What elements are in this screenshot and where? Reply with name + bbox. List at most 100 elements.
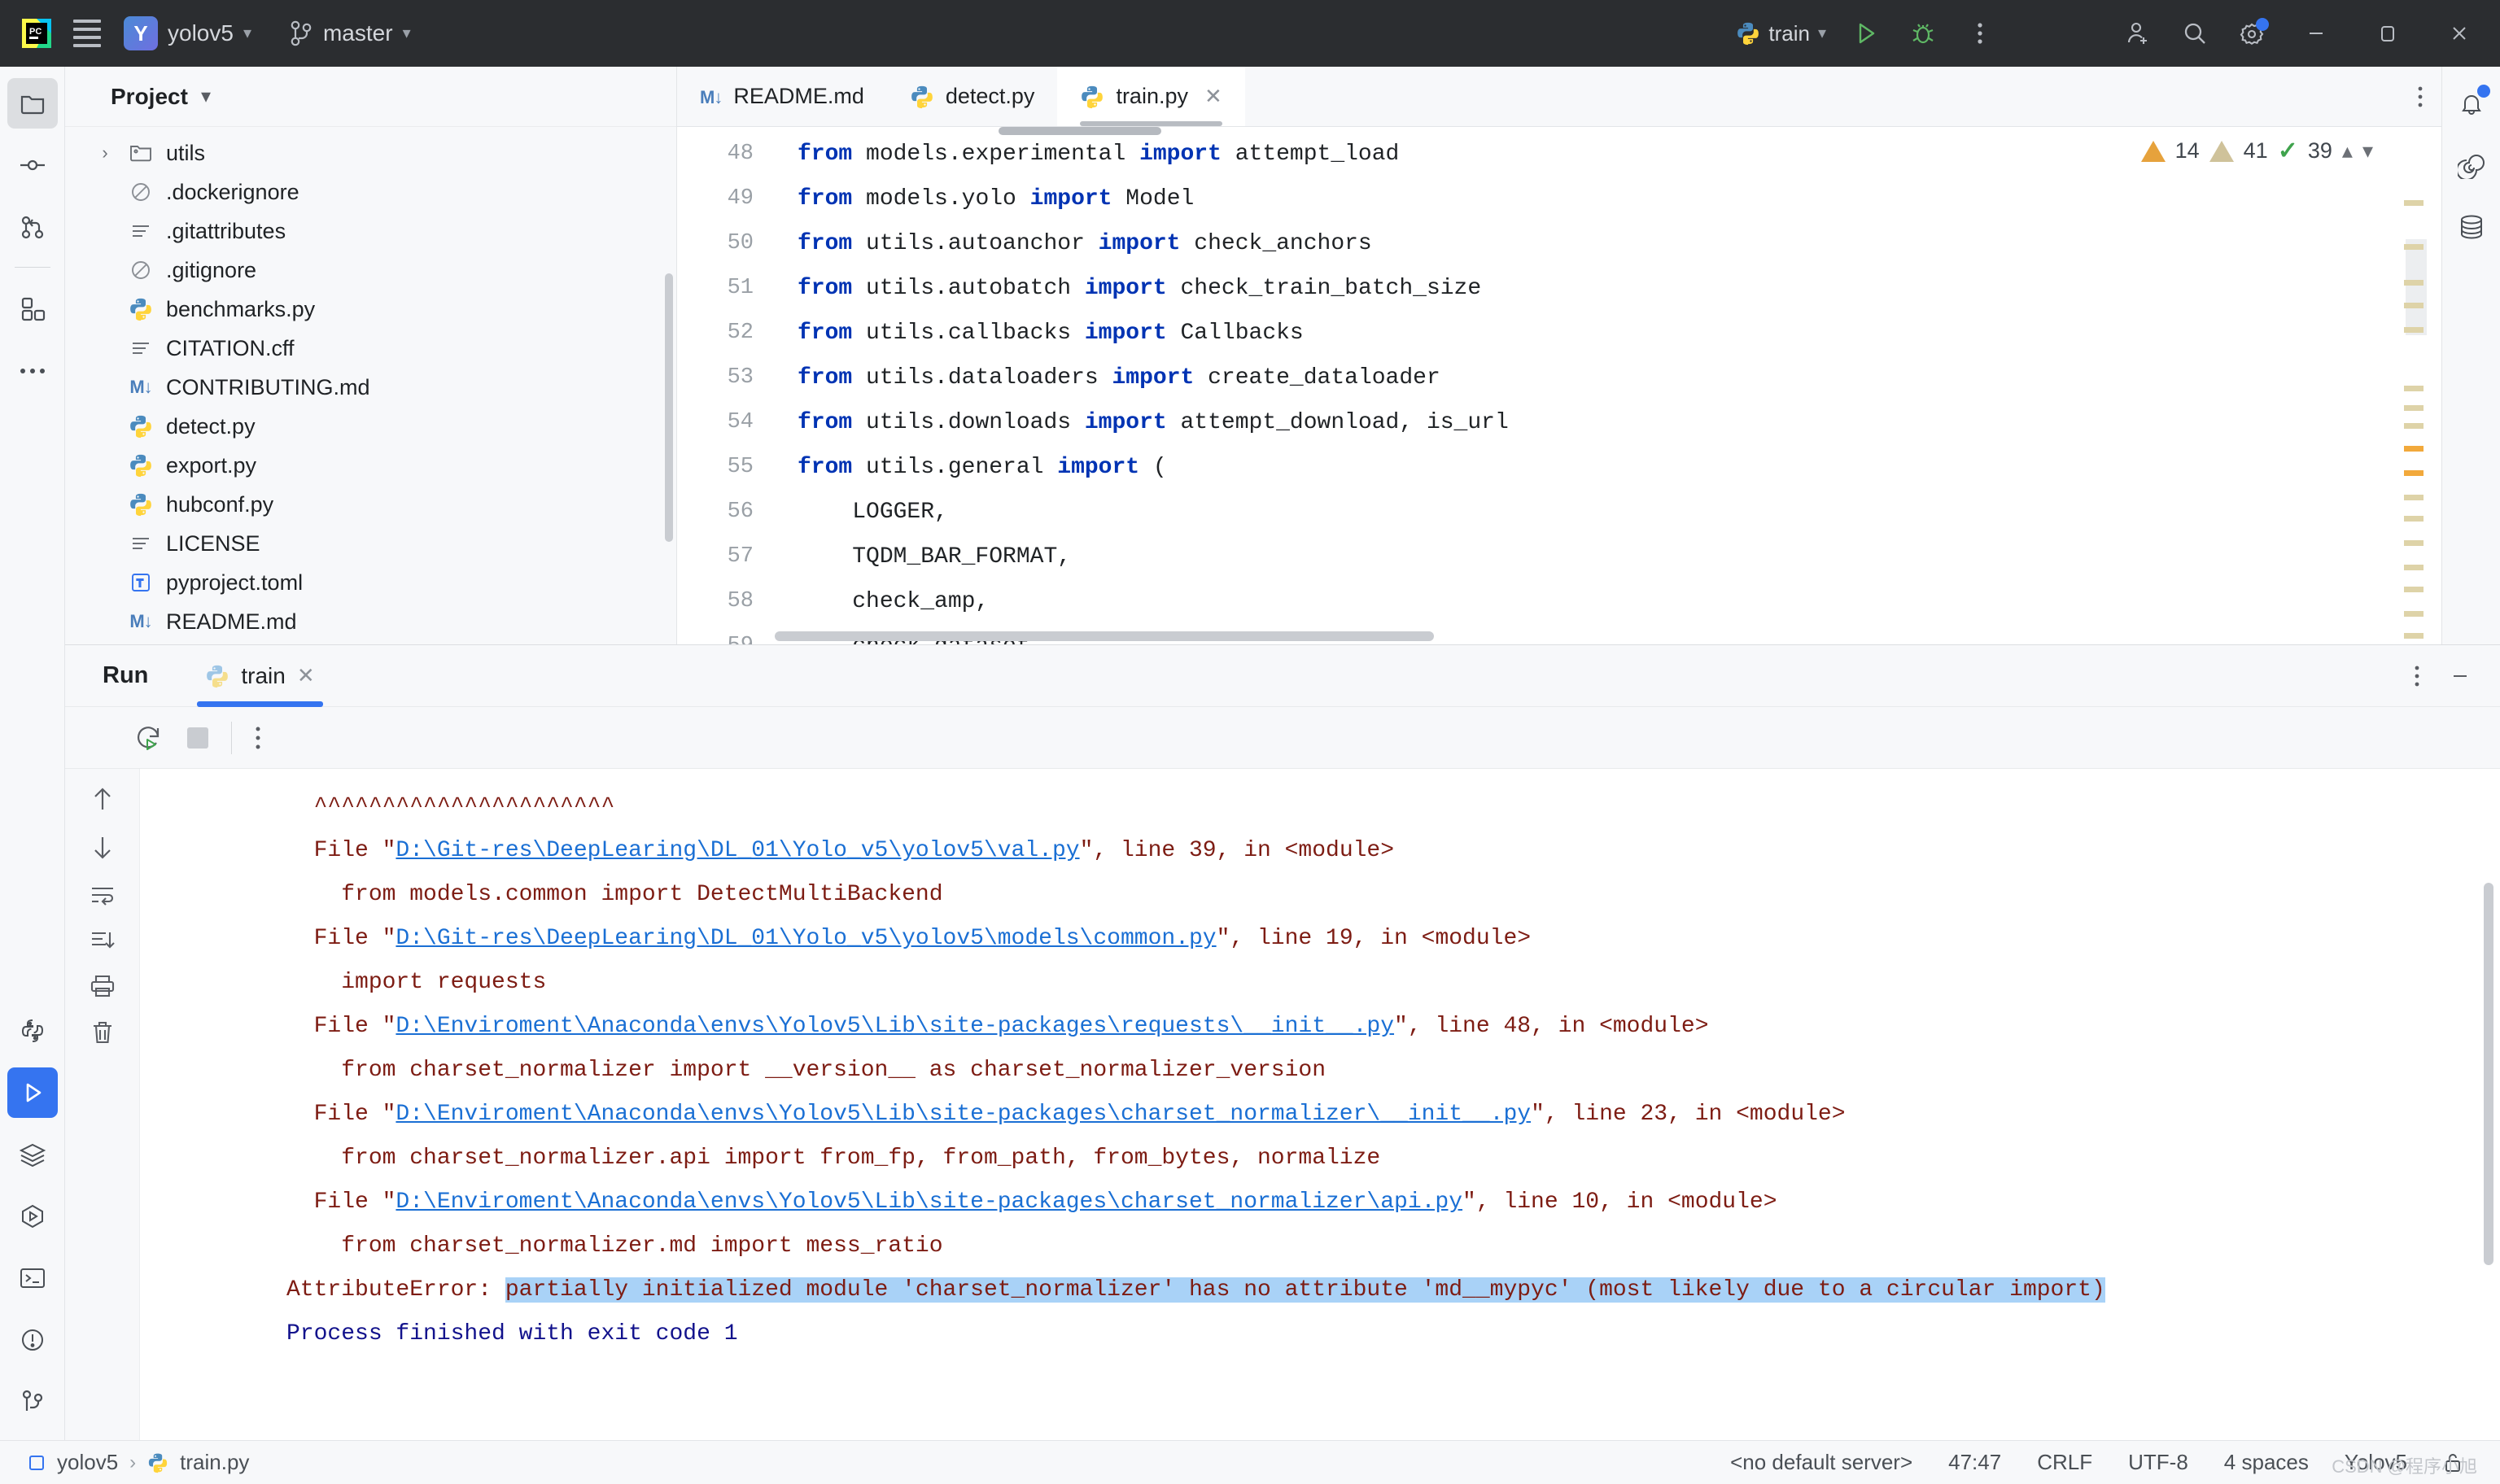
horizontal-scroll-thumb-top[interactable] [999, 127, 1161, 135]
tree-item-detect-py[interactable]: ›detect.py [65, 407, 676, 446]
sidebar-item-ai-assistant[interactable] [2446, 140, 2497, 190]
more-run-options-button[interactable] [255, 725, 261, 751]
sidebar-item-notifications[interactable] [2446, 78, 2497, 129]
console-scrollbar[interactable] [2484, 883, 2493, 1265]
status-line-separator[interactable]: CRLF [2037, 1450, 2092, 1475]
printer-icon[interactable] [90, 974, 116, 998]
code-line[interactable]: from utils.autobatch import check_train_… [798, 266, 2441, 311]
tree-item-export-py[interactable]: ›export.py [65, 446, 676, 485]
tree-item-utils[interactable]: ›utils [65, 133, 676, 172]
sidebar-item-plugins[interactable] [7, 284, 58, 334]
sidebar-item-services[interactable] [7, 1129, 58, 1180]
inspection-widget[interactable]: 14 41 ✓ 39 ▴ ▾ [2141, 137, 2373, 165]
status-caret-position[interactable]: 47:47 [1948, 1450, 2001, 1475]
debug-button[interactable] [1896, 8, 1950, 59]
minimize-icon[interactable] [2433, 664, 2472, 688]
code-line[interactable]: from utils.autoanchor import check_ancho… [798, 221, 2441, 266]
trash-icon[interactable] [90, 1019, 115, 1045]
inspection-mark-bar[interactable] [2406, 176, 2427, 631]
sidebar-item-project[interactable] [7, 78, 58, 129]
arrow-down-icon[interactable] [90, 834, 115, 862]
code-content[interactable]: from models.experimental import attempt_… [775, 127, 2441, 644]
console-file-link[interactable]: D:\Enviroment\Anaconda\envs\Yolov5\Lib\s… [396, 1102, 1531, 1127]
editor-tab-train-py[interactable]: train.py✕ [1057, 67, 1244, 126]
sidebar-item-more[interactable] [7, 346, 58, 396]
console-file-link[interactable]: D:\Git-res\DeepLearing\DL_01\Yolo_v5\yol… [396, 838, 1079, 863]
code-viewport[interactable]: 484950515253545556575859 from models.exp… [677, 127, 2441, 644]
arrow-up-icon[interactable] [90, 785, 115, 813]
hamburger-menu-icon[interactable] [62, 8, 112, 59]
code-line[interactable]: TQDM_BAR_FORMAT, [798, 535, 2441, 579]
sidebar-item-run[interactable] [7, 1067, 58, 1118]
editor-tab-options-button[interactable] [2417, 67, 2441, 126]
project-tree-scrollbar[interactable] [665, 273, 673, 542]
code-line[interactable]: LOGGER, [798, 490, 2441, 535]
close-icon[interactable]: ✕ [297, 663, 315, 688]
status-encoding[interactable]: UTF-8 [2128, 1450, 2188, 1475]
sidebar-item-database[interactable] [2446, 202, 2497, 252]
rerun-button[interactable] [135, 723, 164, 753]
code-line[interactable]: check_amp, [798, 579, 2441, 624]
console-line: File "D:\Git-res\DeepLearing\DL_01\Yolo_… [286, 917, 2500, 961]
sidebar-item-python-console[interactable] [7, 1006, 58, 1056]
breadcrumb-file-label[interactable]: train.py [180, 1450, 249, 1475]
editor-tab-readme-md[interactable]: M↓README.md [677, 67, 887, 126]
minimize-button[interactable] [2282, 0, 2350, 67]
maximize-button[interactable] [2354, 0, 2422, 67]
sidebar-item-git[interactable] [7, 1377, 58, 1427]
tree-item-contributing-md[interactable]: ›M↓CONTRIBUTING.md [65, 368, 676, 407]
console-file-link[interactable]: D:\Git-res\DeepLearing\DL_01\Yolo_v5\yol… [396, 926, 1216, 951]
code-line[interactable]: from utils.general import ( [798, 445, 2441, 490]
account-button[interactable] [2111, 8, 2165, 59]
code-line[interactable]: from utils.downloads import attempt_down… [798, 400, 2441, 445]
more-vertical-icon[interactable] [2414, 664, 2420, 688]
tree-item-gitignore[interactable]: ›.gitignore [65, 251, 676, 290]
sidebar-item-todo[interactable] [7, 1191, 58, 1242]
console-file-link[interactable]: D:\Enviroment\Anaconda\envs\Yolov5\Lib\s… [396, 1014, 1394, 1039]
sidebar-item-commit[interactable] [7, 140, 58, 190]
tree-item-pyproject-toml[interactable]: ›Tpyproject.toml [65, 563, 676, 602]
close-icon[interactable]: ✕ [1204, 84, 1222, 109]
project-file-tree[interactable]: ›utils›.dockerignore›.gitattributes›.git… [65, 127, 676, 644]
sidebar-item-pull-requests[interactable] [7, 202, 58, 252]
commit-icon [19, 151, 46, 179]
search-button[interactable] [2168, 8, 2222, 59]
lock-icon[interactable] [2443, 1452, 2463, 1473]
chevron-down-icon[interactable]: ▾ [2362, 138, 2373, 164]
chevron-up-icon[interactable]: ▴ [2342, 138, 2353, 164]
run-configuration-selector[interactable]: train ▾ [1726, 11, 1836, 56]
python-file-icon [910, 85, 934, 109]
status-server[interactable]: <no default server> [1730, 1450, 1912, 1475]
run-console-output[interactable]: ^^^^^^^^^^^^^^^^^^^^^^ File "D:\Git-res\… [140, 769, 2500, 1440]
tree-item-gitattributes[interactable]: ›.gitattributes [65, 212, 676, 251]
tree-item-hubconf-py[interactable]: ›hubconf.py [65, 485, 676, 524]
sidebar-item-terminal[interactable] [7, 1253, 58, 1303]
status-interpreter[interactable]: Yolov5 [2345, 1450, 2407, 1475]
editor-horizontal-scrollbar[interactable] [775, 631, 1434, 641]
tree-item-benchmarks-py[interactable]: ›benchmarks.py [65, 290, 676, 329]
breadcrumb-root-label[interactable]: yolov5 [57, 1450, 118, 1475]
run-button[interactable] [1839, 8, 1893, 59]
branch-selector[interactable]: master ▾ [278, 10, 422, 57]
tree-item-dockerignore[interactable]: ›.dockerignore [65, 172, 676, 212]
code-line[interactable]: from utils.callbacks import Callbacks [798, 311, 2441, 356]
code-line[interactable]: from utils.dataloaders import create_dat… [798, 356, 2441, 400]
expand-arrow-icon[interactable]: › [94, 142, 116, 164]
scroll-end-icon[interactable] [90, 928, 116, 953]
more-actions-button[interactable] [1953, 8, 2007, 59]
tree-item-readme-md[interactable]: ›M↓README.md [65, 602, 676, 641]
close-button[interactable] [2425, 0, 2493, 67]
wrap-text-icon[interactable] [90, 883, 116, 907]
tree-item-license[interactable]: ›LICENSE [65, 524, 676, 563]
tree-item-citation-cff[interactable]: ›CITATION.cff [65, 329, 676, 368]
project-selector[interactable]: Y yolov5 ▾ [112, 10, 263, 57]
sidebar-item-problems[interactable] [7, 1315, 58, 1365]
code-line[interactable]: from models.yolo import Model [798, 177, 2441, 221]
stop-button[interactable] [187, 727, 208, 749]
editor-tab-detect-py[interactable]: detect.py [887, 67, 1058, 126]
console-file-link[interactable]: D:\Enviroment\Anaconda\envs\Yolov5\Lib\s… [396, 1189, 1462, 1215]
settings-button[interactable] [2225, 8, 2279, 59]
status-indent[interactable]: 4 spaces [2224, 1450, 2309, 1475]
chevron-down-icon[interactable]: ▾ [201, 87, 211, 107]
run-tab-train[interactable]: train ✕ [197, 645, 322, 707]
